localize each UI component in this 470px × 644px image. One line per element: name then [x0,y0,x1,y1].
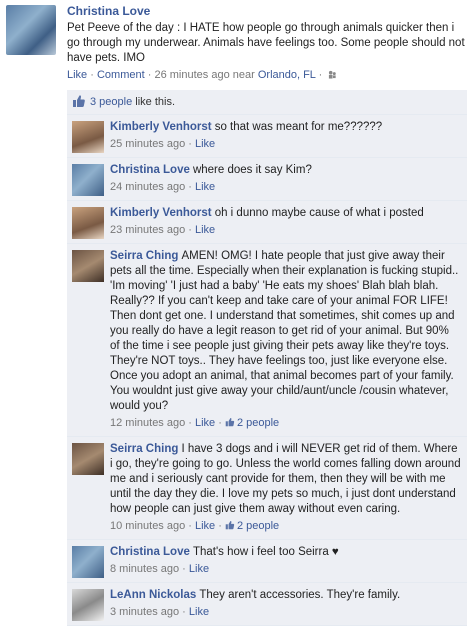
post-comment-link[interactable]: Comment [97,69,145,81]
post-text: Pet Peeve of the day : I HATE how people… [67,22,465,64]
comment-item: Seirra Ching AMEN! OMG! I hate people th… [67,244,467,437]
commenter-avatar[interactable] [72,443,104,475]
comment-time[interactable]: 3 minutes ago [110,606,179,618]
comment-like-link[interactable]: Like [195,181,215,193]
meta-separator: · [318,69,323,81]
commenter-avatar[interactable] [72,121,104,153]
pin-icon [329,70,337,79]
thumbs-up-icon [73,95,85,107]
post-author-avatar[interactable] [6,5,56,55]
commenter-name[interactable]: Christina Love [110,164,190,176]
comment-text: That's how i feel too Seirra ♥ [192,546,339,558]
comment-text: so that was meant for me?????? [214,121,383,133]
commenter-name[interactable]: LeAnn Nickolas [110,589,196,601]
commenter-name[interactable]: Kimberly Venhorst [110,207,212,219]
commenter-avatar[interactable] [72,546,104,578]
post-near: near [232,69,255,81]
comment-time[interactable]: 8 minutes ago [110,563,179,575]
comment-like-link[interactable]: Like [195,417,215,429]
comment-like-link[interactable]: Like [195,138,215,150]
commenter-name[interactable]: Kimberly Venhorst [110,121,212,133]
comment-text: AMEN! OMG! I hate people that just give … [110,250,459,412]
commenter-avatar[interactable] [72,250,104,282]
comment-like-link[interactable]: Like [195,520,215,532]
post-meta: Like · Comment · 26 minutes ago near Orl… [67,69,465,81]
comment-item: Christina Love That's how i feel too Sei… [67,540,467,583]
comment-text: They aren't accessories. They're family. [199,589,401,601]
meta-separator: · [90,69,94,81]
comments-section: 3 people like this. Kimberly Venhorst so… [67,90,467,626]
comment-item: Seirra Ching I have 3 dogs and i will NE… [67,437,467,540]
commenter-avatar[interactable] [72,589,104,621]
comment-time[interactable]: 24 minutes ago [110,181,185,193]
comment-time[interactable]: 10 minutes ago [110,520,185,532]
comment-likes-count[interactable]: 2 people [237,520,279,532]
comment-item: Kimberly Venhorst so that was meant for … [67,115,467,158]
comment-like-link[interactable]: Like [189,606,209,618]
post-location[interactable]: Orlando, FL [258,69,316,81]
post-like-link[interactable]: Like [67,69,87,81]
meta-separator: · [147,69,152,81]
commenter-name[interactable]: Seirra Ching [110,250,178,262]
post-time[interactable]: 26 minutes ago [154,69,229,81]
commenter-name[interactable]: Seirra Ching [110,443,178,455]
likes-count-link[interactable]: 3 people [90,96,132,108]
likes-suffix: like this. [135,96,176,108]
comment-time[interactable]: 12 minutes ago [110,417,185,429]
comment-time[interactable]: 25 minutes ago [110,138,185,150]
post-body: Christina Love Pet Peeve of the day : I … [67,4,465,81]
commenter-avatar[interactable] [72,164,104,196]
comment-time[interactable]: 23 minutes ago [110,224,185,236]
commenter-name[interactable]: Christina Love [110,546,190,558]
comment-like-link[interactable]: Like [195,224,215,236]
likes-bar: 3 people like this. [67,90,467,115]
comment-item: Kimberly Venhorst oh i dunno maybe cause… [67,201,467,244]
comment-likes-count[interactable]: 2 people [237,417,279,429]
thumbs-up-icon [225,521,235,530]
comment-text: where does it say Kim? [192,164,312,176]
comment-item: LeAnn Nickolas They aren't accessories. … [67,583,467,626]
comment-item: Christina Love where does it say Kim? 24… [67,158,467,201]
comment-text: oh i dunno maybe cause of what i posted [214,207,424,219]
commenter-avatar[interactable] [72,207,104,239]
thumbs-up-icon [225,418,235,427]
comment-like-link[interactable]: Like [189,563,209,575]
post-author-name[interactable]: Christina Love [67,4,465,18]
